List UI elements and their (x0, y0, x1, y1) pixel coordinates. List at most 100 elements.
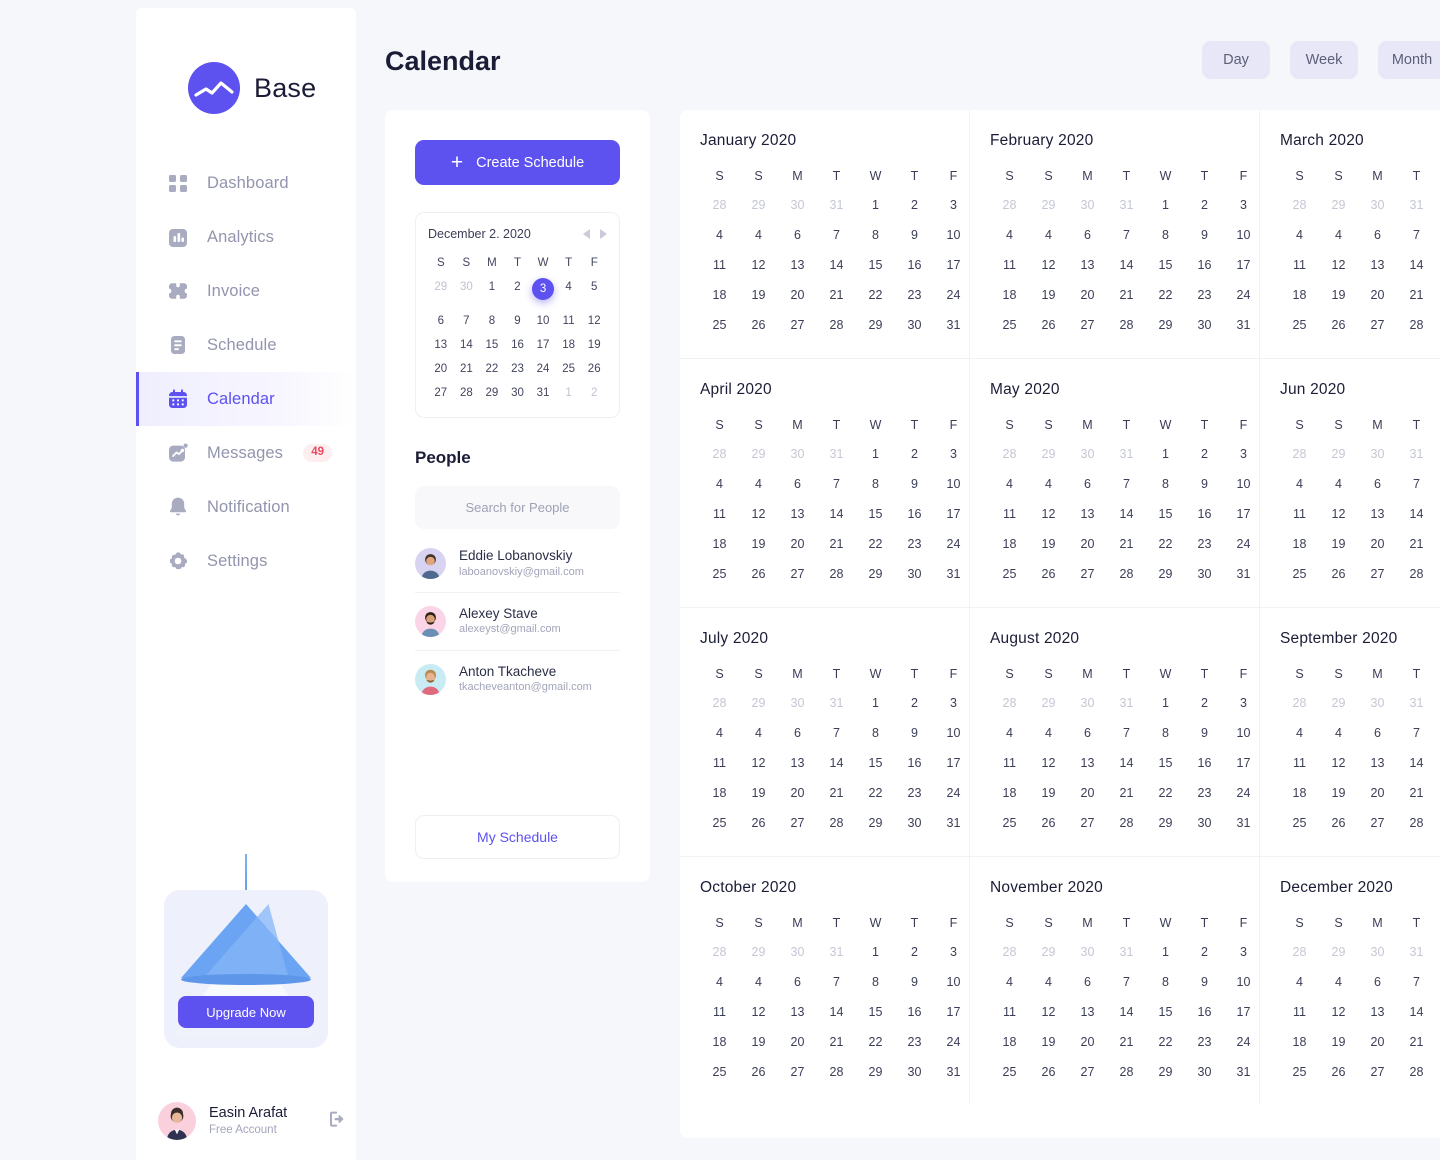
day-cell[interactable]: 28 (990, 190, 1029, 220)
mini-day-cell[interactable]: 14 (454, 333, 480, 357)
day-cell[interactable]: 29 (1436, 310, 1440, 340)
day-cell[interactable]: 1 (1146, 190, 1185, 220)
day-cell[interactable]: 18 (1280, 1027, 1319, 1057)
day-cell[interactable]: 19 (739, 778, 778, 808)
day-cell[interactable]: 20 (1358, 280, 1397, 310)
day-cell[interactable]: 3 (1224, 190, 1263, 220)
day-cell[interactable]: 15 (856, 499, 895, 529)
mini-day-cell[interactable]: 6 (428, 309, 454, 333)
day-cell[interactable]: 23 (895, 280, 934, 310)
mini-day-cell[interactable]: 12 (581, 309, 607, 333)
day-cell[interactable]: 27 (1358, 559, 1397, 589)
day-cell[interactable]: 25 (990, 1057, 1029, 1087)
day-cell[interactable]: 19 (1029, 280, 1068, 310)
day-cell[interactable]: 1 (856, 688, 895, 718)
day-cell[interactable]: 23 (895, 529, 934, 559)
day-cell[interactable]: 2 (1185, 190, 1224, 220)
mini-day-cell[interactable]: 30 (454, 275, 480, 309)
day-cell[interactable]: 4 (739, 967, 778, 997)
day-cell[interactable]: 13 (1068, 997, 1107, 1027)
day-cell[interactable]: 6 (1068, 967, 1107, 997)
day-cell[interactable]: 11 (1280, 748, 1319, 778)
mini-day-cell[interactable]: 19 (581, 333, 607, 357)
day-cell[interactable]: 7 (1107, 718, 1146, 748)
day-cell[interactable]: 13 (778, 748, 817, 778)
day-cell[interactable]: 9 (895, 469, 934, 499)
day-cell[interactable]: 17 (934, 748, 973, 778)
day-cell[interactable]: 11 (990, 250, 1029, 280)
day-cell[interactable]: 4 (700, 469, 739, 499)
day-cell[interactable]: 2 (895, 937, 934, 967)
day-cell[interactable]: 24 (934, 280, 973, 310)
day-cell[interactable]: 1 (1146, 937, 1185, 967)
day-cell[interactable]: 18 (700, 280, 739, 310)
month-cell[interactable]: May 2020 S S M T W T F 28 29 30 31 1 2 3 4 4 6 7 8 9 10 11 12 13… (970, 359, 1260, 607)
day-cell[interactable]: 31 (1397, 439, 1436, 469)
day-cell[interactable]: 27 (778, 808, 817, 838)
day-cell[interactable]: 1 (1146, 439, 1185, 469)
day-cell[interactable]: 19 (1029, 1027, 1068, 1057)
mini-day-cell[interactable]: 17 (530, 333, 556, 357)
day-cell[interactable]: 24 (934, 778, 973, 808)
day-cell[interactable]: 19 (739, 280, 778, 310)
day-cell[interactable]: 17 (1224, 997, 1263, 1027)
day-cell[interactable]: 15 (1436, 997, 1440, 1027)
day-cell[interactable]: 22 (1436, 778, 1440, 808)
day-cell[interactable]: 11 (700, 499, 739, 529)
day-cell[interactable]: 30 (895, 1057, 934, 1087)
day-cell[interactable]: 20 (778, 778, 817, 808)
day-cell[interactable]: 4 (1029, 220, 1068, 250)
day-cell[interactable]: 11 (1280, 250, 1319, 280)
day-cell[interactable]: 28 (817, 1057, 856, 1087)
day-cell[interactable]: 29 (1319, 190, 1358, 220)
day-cell[interactable]: 18 (1280, 778, 1319, 808)
day-cell[interactable]: 16 (1185, 250, 1224, 280)
day-cell[interactable]: 29 (739, 688, 778, 718)
day-cell[interactable]: 1 (1146, 688, 1185, 718)
upgrade-now-button[interactable]: Upgrade Now (178, 996, 314, 1028)
day-cell[interactable]: 18 (990, 778, 1029, 808)
day-cell[interactable]: 4 (990, 469, 1029, 499)
day-cell[interactable]: 21 (1397, 778, 1436, 808)
day-cell[interactable]: 2 (895, 190, 934, 220)
day-cell[interactable]: 4 (1319, 967, 1358, 997)
mini-day-cell[interactable]: 29 (428, 275, 454, 309)
day-cell[interactable]: 26 (1319, 1057, 1358, 1087)
day-cell[interactable]: 15 (856, 250, 895, 280)
day-cell[interactable]: 26 (1029, 808, 1068, 838)
day-cell[interactable]: 7 (1397, 220, 1436, 250)
day-cell[interactable]: 2 (895, 688, 934, 718)
day-cell[interactable]: 12 (739, 997, 778, 1027)
day-cell[interactable]: 25 (1280, 1057, 1319, 1087)
day-cell[interactable]: 29 (1319, 688, 1358, 718)
day-cell[interactable]: 9 (1185, 220, 1224, 250)
mini-day-cell[interactable]: 21 (454, 357, 480, 381)
my-schedule-button[interactable]: My Schedule (415, 815, 620, 859)
day-cell[interactable]: 6 (778, 967, 817, 997)
day-cell[interactable]: 10 (934, 718, 973, 748)
day-cell[interactable]: 27 (1068, 559, 1107, 589)
mini-day-cell[interactable]: 2 (505, 275, 531, 309)
day-cell[interactable]: 29 (1436, 1057, 1440, 1087)
day-cell[interactable]: 1 (1436, 190, 1440, 220)
day-cell[interactable]: 6 (778, 469, 817, 499)
day-cell[interactable]: 21 (1107, 529, 1146, 559)
day-cell[interactable]: 28 (1397, 559, 1436, 589)
day-cell[interactable]: 28 (700, 439, 739, 469)
mini-day-cell[interactable]: 30 (505, 381, 531, 405)
day-cell[interactable]: 25 (700, 559, 739, 589)
day-cell[interactable]: 4 (1280, 220, 1319, 250)
day-cell[interactable]: 6 (1358, 469, 1397, 499)
day-cell[interactable]: 2 (895, 439, 934, 469)
tab-day[interactable]: Day (1202, 41, 1270, 79)
day-cell[interactable]: 4 (1029, 718, 1068, 748)
month-cell[interactable]: December 2020SSMTWTF28293031123446789101… (1260, 857, 1440, 1105)
day-cell[interactable]: 18 (700, 529, 739, 559)
day-cell[interactable]: 14 (1107, 250, 1146, 280)
day-cell[interactable]: 28 (1107, 1057, 1146, 1087)
day-cell[interactable]: 22 (1436, 1027, 1440, 1057)
day-cell[interactable]: 22 (1146, 529, 1185, 559)
day-cell[interactable]: 4 (739, 220, 778, 250)
day-cell[interactable]: 23 (895, 778, 934, 808)
day-cell[interactable]: 17 (1224, 748, 1263, 778)
